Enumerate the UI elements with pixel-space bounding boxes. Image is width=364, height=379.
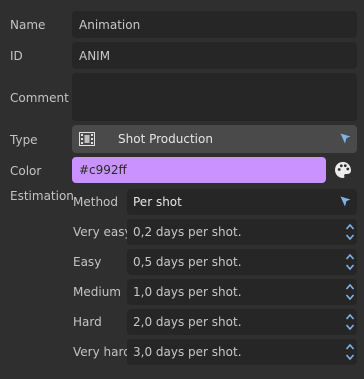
type-value: Shot Production <box>118 132 213 146</box>
comment-label: Comment <box>10 91 69 105</box>
color-value: #c992ff <box>79 163 127 177</box>
spinbox-value: 2,0 days per shot. <box>133 315 242 329</box>
film-icon <box>79 132 95 149</box>
spinbox-value: 1,0 days per shot. <box>133 285 242 299</box>
method-combobox[interactable]: Per shot <box>127 189 357 215</box>
id-field[interactable]: ANIM <box>72 42 357 69</box>
difficulty-label-easy: Easy <box>73 255 102 269</box>
difficulty-label-very-easy: Very easy <box>73 225 132 239</box>
color-label: Color <box>10 164 42 178</box>
spin-arrows-icon[interactable] <box>345 342 355 362</box>
spinbox-value: 0,5 days per shot. <box>133 255 242 269</box>
palette-icon[interactable] <box>333 160 353 180</box>
difficulty-label-very-hard: Very hard <box>73 345 131 359</box>
color-field[interactable]: #c992ff <box>72 157 326 183</box>
spin-arrows-icon[interactable] <box>345 312 355 332</box>
name-field[interactable]: Animation <box>72 11 357 38</box>
id-label: ID <box>10 49 23 63</box>
spinbox-very-easy[interactable]: 0,2 days per shot. <box>127 219 357 245</box>
spin-arrows-icon[interactable] <box>345 252 355 272</box>
spinbox-value: 0,2 days per shot. <box>133 225 242 239</box>
difficulty-label-medium: Medium <box>73 285 121 299</box>
name-label: Name <box>10 18 46 32</box>
spinbox-hard[interactable]: 2,0 days per shot. <box>127 309 357 335</box>
spin-arrows-icon[interactable] <box>345 282 355 302</box>
name-value: Animation <box>79 17 141 32</box>
method-label: Method <box>73 195 119 209</box>
spinbox-value: 3,0 days per shot. <box>133 345 242 359</box>
comment-field[interactable] <box>72 73 357 121</box>
spin-arrows-icon[interactable] <box>345 222 355 242</box>
difficulty-label-hard: Hard <box>73 315 102 329</box>
dropdown-arrow-icon <box>340 133 351 147</box>
spinbox-easy[interactable]: 0,5 days per shot. <box>127 249 357 275</box>
method-value: Per shot <box>133 195 182 209</box>
spinbox-very-hard[interactable]: 3,0 days per shot. <box>127 339 357 365</box>
spinbox-medium[interactable]: 1,0 days per shot. <box>127 279 357 305</box>
type-combobox[interactable]: Shot Production <box>72 125 357 153</box>
type-label: Type <box>10 133 38 147</box>
estimation-label: Estimation <box>10 189 74 203</box>
dropdown-arrow-icon <box>340 196 351 210</box>
id-value: ANIM <box>79 48 111 63</box>
